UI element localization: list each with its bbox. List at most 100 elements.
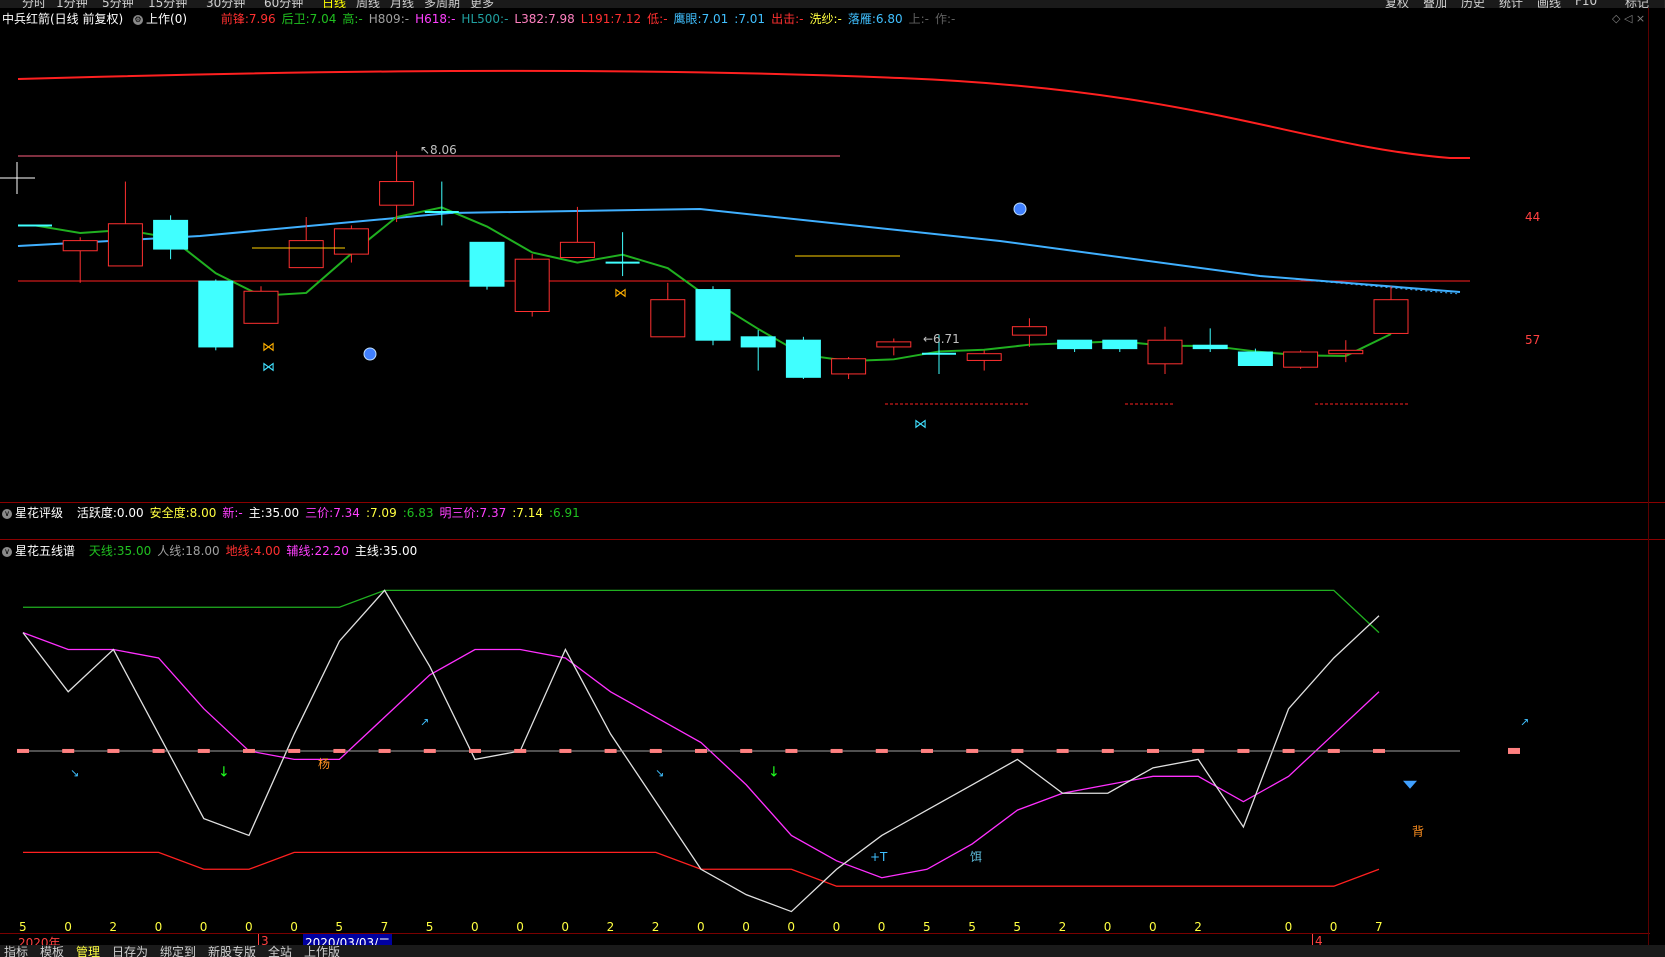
- candle: [1147, 326, 1183, 374]
- midline-marker: [1237, 748, 1250, 753]
- midline-marker: [378, 748, 391, 753]
- midline-marker: [17, 748, 29, 753]
- midline-marker: [875, 748, 888, 753]
- candle-body: [1011, 326, 1047, 336]
- marker-label: 背: [1412, 824, 1424, 838]
- tool-button-1[interactable]: 叠加: [1423, 0, 1447, 8]
- candle-body: [1328, 349, 1364, 355]
- x-tick: 5: [425, 920, 434, 934]
- candle: [153, 215, 189, 260]
- period-toolbar: 分时 1分钟 5分钟 15分钟 30分钟 60分钟 日线 周线 月线 多周期 更多 复权 叠加 历史 统计 画…: [0, 0, 1665, 8]
- indicator-value: 8.00: [189, 506, 217, 520]
- status-tab-7[interactable]: 上作版: [304, 945, 340, 957]
- status-tab-6[interactable]: 全站: [268, 945, 292, 957]
- x-tick: 0: [471, 920, 479, 934]
- candle-body: [1237, 351, 1273, 366]
- indicator-label: 高:: [342, 12, 359, 26]
- x-tick: 2: [1058, 920, 1067, 934]
- x-tick: 7: [1375, 920, 1383, 934]
- five-line-items: 天线:35.00 人线:18.00 地线:4.00 辅线:22.20 主线:35.00: [83, 544, 417, 558]
- series-line-辅线: [22, 632, 1380, 879]
- x-tick: 0: [1284, 920, 1293, 934]
- midline-marker: [695, 748, 707, 753]
- period-tab-3[interactable]: 15分钟: [148, 0, 187, 8]
- indicator-label: 辅线:: [286, 544, 315, 558]
- period-tab-7[interactable]: 周线: [356, 0, 380, 8]
- indicator-label: 地线:: [225, 544, 254, 558]
- ball-icon: [363, 347, 377, 361]
- midline-marker: [1147, 748, 1159, 753]
- tool-button-3[interactable]: 统计: [1499, 0, 1523, 8]
- period-tab-9[interactable]: 多周期: [424, 0, 460, 8]
- period-tab-10[interactable]: 更多: [470, 0, 494, 8]
- period-tab-2[interactable]: 5分钟: [102, 0, 134, 8]
- right-axis-border: [1648, 8, 1649, 945]
- tool-button-4[interactable]: 画线: [1537, 0, 1561, 8]
- right-top-number: 44: [1525, 210, 1540, 224]
- right-axis-ticks: [1652, 580, 1664, 880]
- status-tab-4[interactable]: 绑定到: [160, 945, 196, 957]
- five-line-title: 星花五线谱: [15, 544, 76, 558]
- ball-icon: [1013, 202, 1027, 216]
- tool-button-6[interactable]: 标记: [1625, 0, 1649, 8]
- indicator-label: 作:: [935, 12, 952, 26]
- candle: [559, 206, 595, 258]
- series-line-天线: [23, 589, 1380, 634]
- x-tick: 0: [199, 920, 208, 934]
- midline-marker: [469, 748, 481, 753]
- status-tab-3[interactable]: 日存为: [112, 945, 148, 957]
- arrow-down-right-icon: ↘: [70, 766, 79, 779]
- rating-items: 活跃度:0.00 安全度:8.00 新:- 主:35.00 三价:7.34:7.09:6…: [71, 506, 580, 520]
- midline-marker: [62, 748, 75, 753]
- candle: [785, 336, 821, 379]
- status-tab-1[interactable]: 模板: [40, 945, 64, 957]
- period-tab-0[interactable]: 分时: [22, 0, 46, 8]
- indicator-label: 明三价:: [439, 506, 480, 520]
- indicator-value: -: [358, 12, 363, 26]
- midline-marker: [1508, 747, 1520, 754]
- indicator-value: 7.04: [309, 12, 337, 26]
- panel-toggle-icon[interactable]: ∨: [2, 508, 12, 519]
- arrow-up-right-icon: ↗: [1520, 716, 1529, 729]
- indicator-value: 7.98: [548, 12, 575, 26]
- marker-label: 杨: [318, 756, 330, 771]
- tool-button-0[interactable]: 复权: [1385, 0, 1409, 8]
- period-tab-4[interactable]: 30分钟: [206, 0, 245, 8]
- five-line-chart[interactable]: ↘ ↘ ↗ ↗ ↓ ↓ +T 饵 背 杨: [0, 560, 1650, 932]
- indicator-value: -: [504, 12, 509, 26]
- indicator-value: 7.96: [248, 12, 276, 26]
- period-tab-5[interactable]: 60分钟: [264, 0, 303, 8]
- indicator-value: 6.83: [406, 506, 434, 520]
- tool-button-5[interactable]: F10: [1575, 0, 1597, 8]
- indicator-value: 35.00: [382, 544, 418, 558]
- up-count[interactable]: 上作(0): [146, 12, 187, 26]
- midline-marker: [152, 748, 165, 753]
- settings-icon[interactable]: ⚙: [133, 14, 144, 25]
- candlestick-chart[interactable]: ↖8.06 ←6.71 44 57 ⋈ ⋈ ⋈ ⋈: [0, 26, 1650, 500]
- indicator-label: 出击:: [771, 12, 800, 26]
- x-tick: 5: [1013, 920, 1022, 934]
- candle: [1057, 339, 1093, 352]
- panel-toggle-icon[interactable]: ∨: [2, 546, 12, 557]
- midline-marker: [604, 748, 617, 753]
- candle: [1373, 286, 1409, 334]
- indicator-value: -: [663, 12, 668, 26]
- status-tab-5[interactable]: 新股专版: [208, 945, 256, 957]
- x-tick: 0: [1329, 920, 1338, 934]
- midline-marker: [333, 748, 346, 753]
- status-tab-0[interactable]: 指标: [4, 945, 28, 957]
- period-tab-6[interactable]: 日线: [322, 0, 346, 8]
- arrow-down-right-icon: ↘: [655, 766, 664, 779]
- x-tick: 0: [516, 920, 524, 934]
- window-controls[interactable]: ◇ ◁ ×: [1612, 12, 1645, 25]
- midline-marker: [288, 748, 301, 753]
- candle: [1283, 350, 1319, 369]
- indicator-value: 7.09: [369, 506, 397, 520]
- period-tab-8[interactable]: 月线: [390, 0, 414, 8]
- period-tab-1[interactable]: 1分钟: [56, 0, 88, 8]
- tool-button-2[interactable]: 历史: [1461, 0, 1485, 8]
- candle-body: [785, 339, 821, 378]
- status-tab-2[interactable]: 管理: [76, 945, 100, 957]
- candle-body: [288, 240, 324, 269]
- indicator-label: L191:: [580, 12, 615, 26]
